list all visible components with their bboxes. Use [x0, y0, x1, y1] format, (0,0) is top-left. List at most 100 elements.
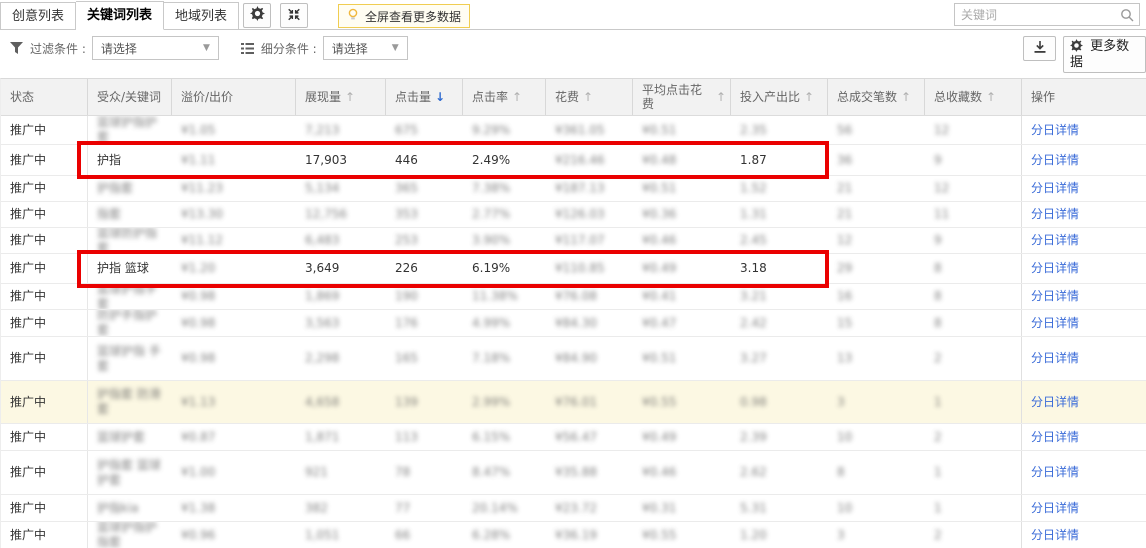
cell-avg_cost: ¥0.46 [633, 228, 731, 253]
sort-asc-arrow-icon[interactable]: ↑ [345, 90, 355, 104]
daily-detail-link[interactable]: 分日详情 [1031, 207, 1079, 222]
column-header-orders[interactable]: 总成交笔数↑ [828, 79, 925, 115]
cell-impressions: 4,658 [296, 381, 386, 423]
table-row: 推广中指套¥13.3012,7563532.77%¥126.03¥0.361.3… [1, 202, 1146, 228]
cell-action: 分日详情 [1022, 337, 1146, 380]
daily-detail-link[interactable]: 分日详情 [1031, 465, 1079, 480]
cell-keyword: 防护手指护套 [88, 310, 172, 336]
search-icon[interactable] [1120, 8, 1139, 22]
tab-keyword-list[interactable]: 关键词列表 [76, 1, 164, 30]
cell-clicks: 176 [386, 310, 463, 336]
column-header-favorites[interactable]: 总收藏数↑ [925, 79, 1022, 115]
cell-impressions: 1,869 [296, 284, 386, 309]
daily-detail-link[interactable]: 分日详情 [1031, 233, 1079, 248]
cell-impressions: 382 [296, 495, 386, 521]
daily-detail-link[interactable]: 分日详情 [1031, 289, 1079, 304]
column-header-avg_cost[interactable]: 平均点击花费↑ [633, 79, 731, 115]
daily-detail-link[interactable]: 分日详情 [1031, 395, 1079, 410]
cell-orders: 16 [828, 284, 925, 309]
sort-asc-arrow-icon[interactable]: ↑ [583, 90, 593, 104]
daily-detail-link[interactable]: 分日详情 [1031, 123, 1079, 138]
column-header-cost[interactable]: 花费↑ [546, 79, 633, 115]
keyword-search-box [954, 3, 1140, 26]
cell-favorites: 12 [925, 116, 1022, 144]
more-data-button[interactable]: 更多数据 [1063, 36, 1146, 73]
column-header-roi[interactable]: 投入产出比↑ [731, 79, 828, 115]
cell-bid: ¥1.05 [172, 116, 296, 144]
segment-condition-value: 请选择 [332, 40, 368, 57]
cell-bid: ¥1.11 [172, 145, 296, 175]
daily-detail-link[interactable]: 分日详情 [1031, 501, 1079, 516]
column-header-impressions[interactable]: 展现量↑ [296, 79, 386, 115]
cell-cost: ¥126.03 [546, 202, 633, 227]
cell-keyword: 篮球护指手套 [88, 284, 172, 309]
cell-keyword: 护指套 防滑套 [88, 381, 172, 423]
cell-ctr: 3.90% [463, 228, 546, 253]
cell-bid: ¥11.12 [172, 228, 296, 253]
daily-detail-link[interactable]: 分日详情 [1031, 316, 1079, 331]
cell-favorites: 8 [925, 310, 1022, 336]
table-row: 推广中篮球防护指套¥11.126,4832533.90%¥117.07¥0.46… [1, 228, 1146, 254]
cell-keyword: 护指 篮球 [88, 254, 172, 283]
daily-detail-link[interactable]: 分日详情 [1031, 351, 1079, 366]
table-row: 推广中护指套 防滑套¥1.134,6581392.99%¥76.01¥0.550… [1, 381, 1146, 424]
cell-status: 推广中 [1, 381, 88, 423]
cell-bid: ¥1.38 [172, 495, 296, 521]
column-header-ctr[interactable]: 点击率↑ [463, 79, 546, 115]
column-header-bid: 溢价/出价 [172, 79, 296, 115]
download-button[interactable] [1023, 36, 1056, 61]
cell-roi: 3.18 [731, 254, 828, 283]
keyword-search-input[interactable] [955, 8, 1120, 22]
cell-clicks: 66 [386, 522, 463, 548]
settings-gear-button[interactable] [243, 3, 271, 28]
cell-action: 分日详情 [1022, 522, 1146, 548]
cell-ctr: 9.29% [463, 116, 546, 144]
cell-roi: 2.35 [731, 116, 828, 144]
expand-toggle-button[interactable] [280, 3, 308, 28]
cell-bid: ¥1.13 [172, 381, 296, 423]
cell-impressions: 3,563 [296, 310, 386, 336]
cell-cost: ¥216.46 [546, 145, 633, 175]
cell-keyword: 篮球护指护套 [88, 116, 172, 144]
cell-impressions: 1,871 [296, 424, 386, 450]
sort-asc-arrow-icon[interactable]: ↑ [716, 90, 726, 104]
column-header-clicks[interactable]: 点击量↓ [386, 79, 463, 115]
cell-roi: 3.21 [731, 284, 828, 309]
cell-roi: 2.42 [731, 310, 828, 336]
cell-cost: ¥361.05 [546, 116, 633, 144]
sort-asc-arrow-icon[interactable]: ↑ [901, 90, 911, 104]
cell-cost: ¥187.13 [546, 176, 633, 201]
cell-action: 分日详情 [1022, 424, 1146, 450]
cell-impressions: 3,649 [296, 254, 386, 283]
sort-asc-arrow-icon[interactable]: ↑ [986, 90, 996, 104]
daily-detail-link[interactable]: 分日详情 [1031, 430, 1079, 445]
cell-action: 分日详情 [1022, 451, 1146, 494]
cell-keyword: 护指 [88, 145, 172, 175]
cell-keyword: 护指kia [88, 495, 172, 521]
cell-status: 推广中 [1, 495, 88, 521]
daily-detail-link[interactable]: 分日详情 [1031, 181, 1079, 196]
tab-bar: 创意列表 关键词列表 地域列表 全屏查看更多数据 [0, 0, 1146, 30]
tab-creative-list[interactable]: 创意列表 [0, 2, 76, 30]
cell-keyword: 篮球护指护指套 [88, 522, 172, 548]
daily-detail-link[interactable]: 分日详情 [1031, 528, 1079, 543]
cell-orders: 12 [828, 228, 925, 253]
sort-desc-arrow-icon[interactable]: ↓ [435, 90, 445, 104]
filter-condition-select[interactable]: 请选择 ▼ [92, 36, 219, 60]
cell-status: 推广中 [1, 424, 88, 450]
fullscreen-more-data-button[interactable]: 全屏查看更多数据 [338, 4, 470, 28]
daily-detail-link[interactable]: 分日详情 [1031, 153, 1079, 168]
cell-avg_cost: ¥0.49 [633, 424, 731, 450]
sort-asc-arrow-icon[interactable]: ↑ [804, 90, 814, 104]
cell-orders: 21 [828, 202, 925, 227]
tab-region-list[interactable]: 地域列表 [164, 2, 239, 30]
cell-action: 分日详情 [1022, 495, 1146, 521]
table-row: 推广中篮球护指 手套¥0.982,2981657.18%¥84.90¥0.513… [1, 337, 1146, 381]
cell-orders: 56 [828, 116, 925, 144]
cell-status: 推广中 [1, 337, 88, 380]
daily-detail-link[interactable]: 分日详情 [1031, 261, 1079, 276]
cell-cost: ¥36.19 [546, 522, 633, 548]
sort-asc-arrow-icon[interactable]: ↑ [512, 90, 522, 104]
cell-bid: ¥1.00 [172, 451, 296, 494]
segment-condition-select[interactable]: 请选择 ▼ [323, 36, 408, 60]
